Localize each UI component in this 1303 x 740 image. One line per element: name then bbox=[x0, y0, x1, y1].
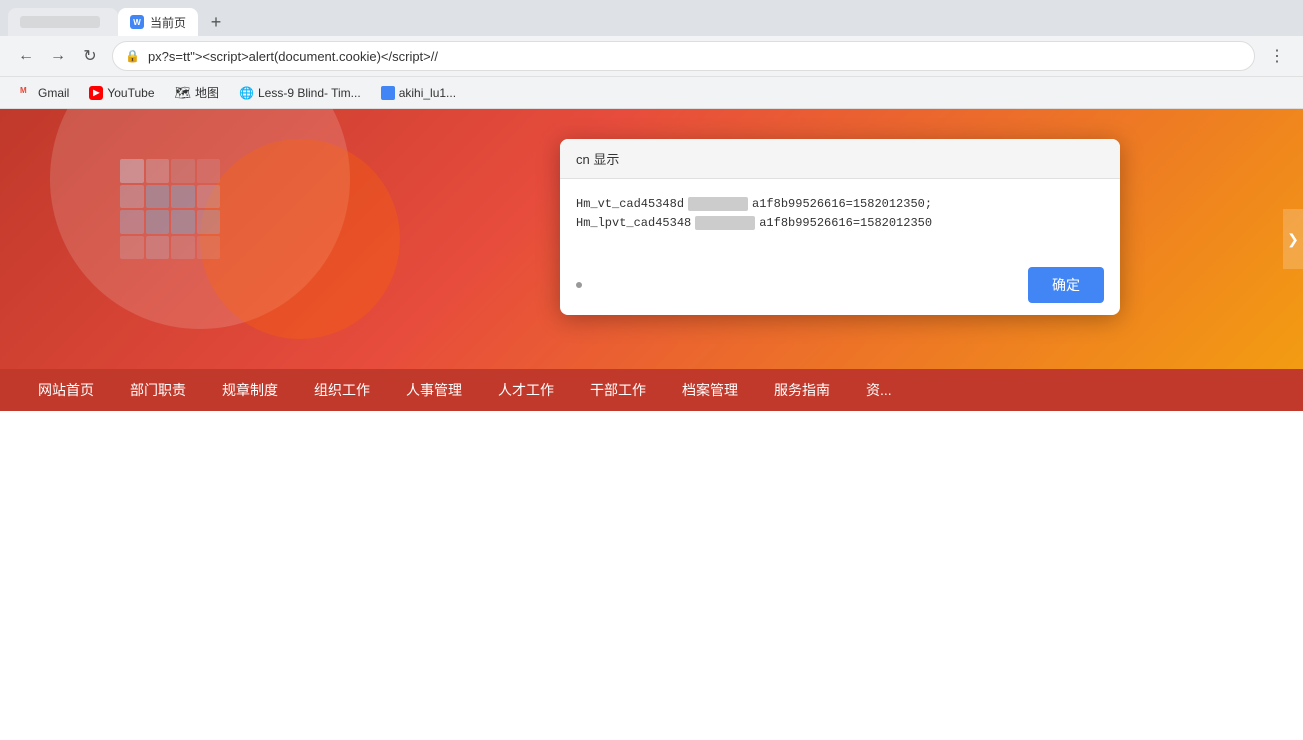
bookmark-gmail[interactable]: M Gmail bbox=[12, 83, 77, 103]
tab-title: 当前页 bbox=[150, 14, 186, 31]
new-tab-button[interactable]: + bbox=[202, 8, 230, 36]
address-bar-row: ← → ↻ 🔒 px?s=tt"><script>alert(document.… bbox=[0, 36, 1303, 76]
bookmark-gmail-label: Gmail bbox=[38, 86, 69, 100]
bookmark-less9-label: Less-9 Blind- Tim... bbox=[258, 86, 361, 100]
alert-domain-label: cn 显示 bbox=[576, 149, 619, 168]
youtube-icon: ▶ bbox=[89, 86, 103, 100]
browser-chrome: W 当前页 + ← → ↻ 🔒 px?s=tt"><script>alert(d… bbox=[0, 0, 1303, 109]
bookmark-youtube[interactable]: ▶ YouTube bbox=[81, 83, 162, 103]
alert-body: Hm_vt_cad45348d a1f8b99526616=1582012350;… bbox=[560, 179, 1120, 259]
cookie-line2-end: a1f8b99526616=1582012350 bbox=[759, 216, 932, 230]
refresh-button[interactable]: ↻ bbox=[76, 42, 104, 70]
alert-cookie-text: Hm_vt_cad45348d a1f8b99526616=1582012350;… bbox=[576, 195, 1104, 233]
bookmarks-bar: M Gmail ▶ YouTube 🗺 地图 🌐 Less-9 Blind- T… bbox=[0, 76, 1303, 108]
cookie-line1-redacted bbox=[688, 197, 748, 211]
cookie-line1-prefix: Hm_vt_cad45348d bbox=[576, 197, 684, 211]
tab-favicon: W bbox=[130, 15, 144, 29]
alert-footer: 确定 bbox=[560, 259, 1120, 315]
akihi-favicon bbox=[381, 86, 395, 100]
address-text: px?s=tt"><script>alert(document.cookie)<… bbox=[148, 49, 1242, 64]
alert-dot bbox=[576, 282, 582, 288]
tab-bar: W 当前页 + bbox=[0, 0, 1303, 36]
bookmark-youtube-label: YouTube bbox=[107, 86, 154, 100]
cookie-line2-prefix: Hm_lpvt_cad45348 bbox=[576, 216, 691, 230]
cookie-line1-end: a1f8b99526616=1582012350; bbox=[752, 197, 932, 211]
bookmark-akihi-label: akihi_lu1... bbox=[399, 86, 456, 100]
bookmark-maps-label: 地图 bbox=[195, 84, 219, 101]
tab-1[interactable] bbox=[8, 8, 118, 36]
gmail-icon: M bbox=[20, 86, 34, 100]
alert-title-bar: cn 显示 bbox=[560, 139, 1120, 179]
confirm-button[interactable]: 确定 bbox=[1028, 267, 1104, 303]
bookmark-akihi[interactable]: akihi_lu1... bbox=[373, 83, 464, 103]
tab-active[interactable]: W 当前页 bbox=[118, 8, 198, 36]
alert-dialog: cn 显示 Hm_vt_cad45348d a1f8b99526616=15820… bbox=[560, 139, 1120, 315]
nav-buttons: ← → ↻ bbox=[12, 42, 104, 70]
page-content: ❯ 网站首页 部门职责 规章制度 组织工作 人事管理 人才工作 干部工作 档案管… bbox=[0, 109, 1303, 740]
bookmark-maps[interactable]: 🗺 地图 bbox=[167, 81, 228, 104]
bookmark-less9[interactable]: 🌐 Less-9 Blind- Tim... bbox=[231, 83, 369, 103]
globe-icon: 🌐 bbox=[239, 86, 254, 100]
menu-button[interactable]: ⋮ bbox=[1263, 42, 1291, 70]
alert-overlay: cn 显示 Hm_vt_cad45348d a1f8b99526616=15820… bbox=[0, 109, 1303, 740]
back-button[interactable]: ← bbox=[12, 42, 40, 70]
cookie-line2-redacted bbox=[695, 216, 755, 230]
lock-icon: 🔒 bbox=[125, 49, 140, 63]
forward-button[interactable]: → bbox=[44, 42, 72, 70]
address-box[interactable]: 🔒 px?s=tt"><script>alert(document.cookie… bbox=[112, 41, 1255, 71]
maps-icon: 🗺 bbox=[175, 85, 192, 101]
